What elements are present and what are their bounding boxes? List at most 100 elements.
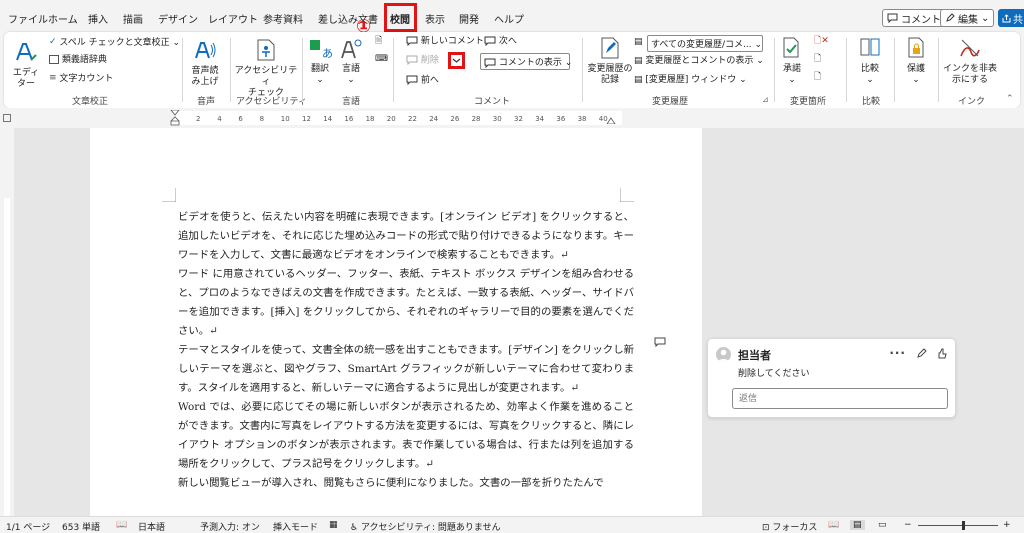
ruler-number: 4 [217, 115, 222, 123]
share-button[interactable]: 共 [998, 9, 1024, 27]
read-aloud-button[interactable]: 音声読 み上げ [186, 38, 224, 88]
zoom-in-icon[interactable]: + [1003, 520, 1011, 530]
ruler-number: 36 [556, 115, 566, 123]
delete-comment-button[interactable]: 削除 [406, 55, 439, 67]
right-indent-marker-icon[interactable] [606, 116, 616, 125]
editor-button[interactable]: エディ ター [10, 40, 42, 90]
show-comments-button[interactable]: コメントの表示 ⌄ [480, 53, 572, 70]
language-small-button-2[interactable]: ⌨ [375, 54, 388, 65]
page-count[interactable]: 1/1 ページ [6, 520, 50, 533]
language-status[interactable]: 日本語 [138, 520, 165, 533]
delete-dropdown-arrow[interactable] [448, 52, 465, 69]
new-comment-label: 新しいコメント [420, 36, 484, 47]
show-comments-label: コメントの表示 [498, 58, 562, 68]
language-button[interactable]: 言語 ⌄ [337, 38, 365, 86]
review-tab-highlight [384, 3, 417, 32]
spell-check-button[interactable]: ✓ スペル チェックと文章校正 ⌄ [49, 37, 180, 49]
markup-select[interactable]: すべての変更履歴/コメ... ⌄ [647, 35, 763, 52]
reply-input[interactable] [732, 388, 948, 409]
like-icon[interactable] [937, 347, 947, 359]
previous-comment-button[interactable]: 前へ [406, 75, 439, 87]
tab-file[interactable]: ファイル [8, 11, 48, 26]
focus-icon: ⊡ [762, 523, 770, 533]
web-layout-icon[interactable]: ▭ [878, 520, 887, 530]
word-count-status[interactable]: 653 単語 [62, 520, 100, 533]
tab-developer[interactable]: 開発 [459, 11, 479, 26]
language-icon [341, 39, 362, 59]
previous-comment-label: 前へ [420, 75, 439, 86]
ruler-number: 32 [514, 115, 523, 123]
track-changes-button[interactable]: 変更履歴の 記録 [586, 36, 634, 86]
keyboard-icon: ⌨ [375, 54, 388, 64]
next-change-button[interactable]: 🗋 [814, 72, 821, 83]
new-comment-button[interactable]: 新しいコメント [406, 36, 484, 48]
paragraph[interactable]: Word では、必要に応じてその場に新しいボタンが表示されるため、効率よく作業を… [178, 398, 634, 474]
group-divider [846, 38, 847, 102]
reject-button[interactable]: 🗋✕ [814, 36, 829, 47]
accept-button[interactable]: 承諾 ⌄ [778, 36, 806, 86]
accessibility-status[interactable]: ♿ アクセシビリティ: 問題ありません [350, 520, 501, 533]
language-small-button-1[interactable]: 🗎 [375, 36, 382, 47]
tab-draw[interactable]: 描画 [123, 11, 143, 26]
document-page[interactable]: ビデオを使うと、伝えたい内容を明確に表現できます。[オンライン ビデオ] をクリ… [90, 128, 702, 516]
tab-references[interactable]: 参考資料 [263, 11, 303, 26]
indent-marker-icon[interactable] [170, 109, 180, 126]
tab-design[interactable]: デザイン [158, 11, 198, 26]
spell-check-label: スペル チェックと文章校正 [59, 38, 170, 48]
read-mode-icon[interactable]: 📖 [828, 520, 839, 530]
comments-pane-button[interactable]: コメント [882, 9, 946, 27]
proofing-status-icon[interactable]: 📖 [116, 520, 127, 530]
tab-insert[interactable]: 挿入 [88, 11, 108, 26]
vertical-ruler-strip[interactable] [4, 198, 10, 516]
next-comment-button[interactable]: 次へ [484, 36, 517, 48]
hide-ink-button[interactable]: インクを非表 示にする [940, 36, 1000, 86]
tab-home[interactable]: ホーム [48, 11, 78, 26]
more-options-icon[interactable]: ··· [889, 346, 906, 360]
macro-icon[interactable]: ▦ [329, 520, 338, 530]
read-aloud-label: 音声読 み上げ [191, 66, 219, 87]
paragraph[interactable]: 新しい閲覧ビューが導入され、閲覧もさらに便利になりました。文書の一部を折りたたん… [178, 474, 634, 493]
paragraph[interactable]: ビデオを使うと、伝えたい内容を明確に表現できます。[オンライン ビデオ] をクリ… [178, 208, 634, 265]
tab-selector-icon[interactable] [3, 114, 11, 122]
document-canvas[interactable]: ビデオを使うと、伝えたい内容を明確に表現できます。[オンライン ビデオ] をクリ… [14, 128, 1024, 516]
comment-marker-icon[interactable] [654, 337, 666, 348]
dialog-launcher-icon[interactable]: ⊿ [762, 94, 769, 105]
group-label-proofing: 文章校正 [72, 97, 109, 107]
editing-mode-button[interactable]: 編集 ⌄ [940, 9, 995, 27]
word-count-button[interactable]: ≡ 文字カウント [49, 73, 113, 85]
thesaurus-button[interactable]: 類義語辞典 [49, 55, 107, 66]
paragraph[interactable]: ワード に用意されているヘッダー、フッター、表紙、テキスト ボックス デザインを… [178, 265, 634, 341]
collapse-ribbon-icon[interactable]: ⌃ [1006, 94, 1014, 105]
group-label-ink: インク [958, 97, 986, 107]
ruler-strip[interactable]: 2 4 6 8 10 12 14 16 18 20 22 24 26 28 30 32 34 36 38 40 [176, 111, 622, 125]
chevron-down-icon: ⌄ [347, 75, 355, 85]
text-prediction-status[interactable]: 予測入力: オン [200, 520, 260, 533]
tab-view[interactable]: 表示 [425, 11, 445, 26]
ruler-number: 14 [323, 115, 333, 123]
tab-layout[interactable]: レイアウト [208, 11, 258, 26]
previous-change-button[interactable]: 🗋 [814, 54, 821, 65]
accept-label: 承諾 [782, 64, 801, 74]
compare-button[interactable]: 比較 ⌄ [850, 36, 890, 86]
zoom-out-icon[interactable]: − [904, 520, 912, 530]
accessibility-check-button[interactable]: アクセシビリティ チェック [234, 38, 298, 99]
word-count-icon: ≡ [49, 73, 57, 83]
edit-icon[interactable] [916, 347, 927, 359]
protect-button[interactable]: 保護 ⌄ [898, 36, 934, 86]
ruler-number: 10 [280, 115, 290, 123]
show-markup-icon: ▤ [634, 56, 643, 66]
insert-mode-status[interactable]: 挿入モード [273, 520, 318, 533]
group-label-speech: 音声 [197, 97, 216, 107]
group-divider [938, 38, 939, 102]
paragraph[interactable]: テーマとスタイルを使って、文書全体の統一感を出すこともできます。[デザイン] を… [178, 341, 634, 398]
document-body[interactable]: ビデオを使うと、伝えたい内容を明確に表現できます。[オンライン ビデオ] をクリ… [178, 208, 634, 493]
reviewing-pane-button[interactable]: ▤ [変更履歴] ウィンドウ ⌄ [634, 75, 747, 86]
show-markup-button[interactable]: ▤ 変更履歴とコメントの表示 ⌄ [634, 56, 764, 67]
zoom-slider-thumb[interactable] [962, 521, 965, 530]
focus-button[interactable]: ⊡ フォーカス [762, 520, 817, 533]
translate-button[interactable]: あ 翻訳 ⌄ [306, 38, 334, 86]
comment-card[interactable]: 担当者 ··· 削除してください [707, 338, 956, 418]
tab-help[interactable]: ヘルプ [494, 11, 524, 26]
print-layout-icon[interactable]: ▤ [850, 520, 865, 530]
zoom-slider[interactable] [918, 525, 998, 526]
